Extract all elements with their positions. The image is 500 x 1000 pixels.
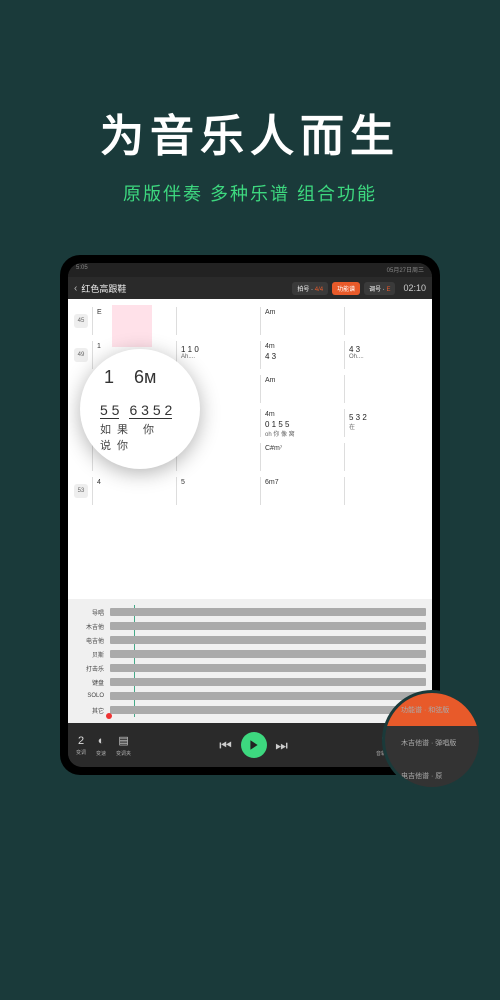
transpose-control[interactable]: 2 变调 [76, 735, 86, 756]
sheet-cell[interactable]: 1 1 0Ah.... [176, 341, 258, 369]
mag-note-1: 1 [104, 367, 114, 388]
status-bar: 5:05 05月27日周三 [68, 263, 432, 277]
chip-time-sig[interactable]: 拍号 · 4/4 [292, 282, 328, 295]
track-name: 键盘 [74, 678, 104, 687]
tempo-control[interactable]: ◐ 变速 [94, 734, 108, 757]
hero-section: 为音乐人而生 原版伴奏 多种乐谱 组合功能 [0, 0, 500, 206]
capo-icon: ▤ [117, 734, 131, 748]
track-row[interactable]: 电吉他 [74, 633, 426, 647]
timecode: 02:10 [403, 283, 426, 293]
chip-sheet-type[interactable]: 功能谱 [332, 282, 360, 295]
sheet-cell[interactable]: 5 [176, 477, 258, 505]
waveform[interactable] [110, 664, 426, 672]
waveform[interactable] [110, 678, 426, 686]
popup-item-acoustic[interactable]: 木吉他谱· 弹唱版 [385, 726, 479, 759]
sheet-cell[interactable]: 5 3 2在 [344, 409, 426, 437]
track-name: 打击乐 [74, 664, 104, 673]
sheet-cell[interactable] [344, 477, 426, 505]
sheet-row: 53 456m7 [74, 477, 426, 505]
track-name: 其它 [74, 706, 104, 715]
app-screen: 5:05 05月27日周三 ‹ 红色高跟鞋 拍号 · 4/4 功能谱 调号 · … [68, 263, 432, 767]
track-row[interactable]: 贝斯 [74, 647, 426, 661]
track-row[interactable]: 键盘 [74, 675, 426, 689]
chip-key[interactable]: 调号 · E [364, 282, 395, 295]
waveform[interactable] [110, 622, 426, 630]
dial-icon: ◐ [94, 734, 108, 748]
marker-dot[interactable] [106, 713, 112, 719]
hero-title: 为音乐人而生 [0, 100, 500, 164]
device-frame: 5:05 05月27日周三 ‹ 红色高跟鞋 拍号 · 4/4 功能谱 调号 · … [60, 255, 440, 775]
sheet-cell[interactable]: Am [260, 307, 342, 335]
mag-lyric: 如果 你 说你 [100, 421, 186, 453]
waveform[interactable] [110, 706, 426, 714]
song-title: 红色高跟鞋 [81, 282, 288, 295]
sheet-area[interactable]: 45EAm4911 1 0Ah....4m4 34 3Oh....Am3 5·1… [68, 299, 432, 599]
track-name: 电吉他 [74, 636, 104, 645]
sheet-cell[interactable]: 4m4 3 [260, 341, 342, 369]
track-row[interactable]: 其它 [74, 703, 426, 717]
status-date: 05月27日周三 [387, 265, 424, 275]
bar-number: 49 [74, 348, 88, 362]
track-name: SOLO [74, 693, 104, 699]
prev-button[interactable]: ⏮ [219, 738, 233, 752]
mag-note-2: 6ᴍ [134, 367, 156, 388]
sheet-cell[interactable]: 4m0 1 5 5oh 你 像 窝 [260, 409, 342, 437]
track-row[interactable]: 木吉他 [74, 619, 426, 633]
sheet-type-popup: 功能谱· 和弦版 木吉他谱· 弹唱版 电吉他谱· 原 [382, 690, 482, 790]
sheet-cell[interactable]: E [92, 307, 174, 335]
track-panel: 导唱木吉他电吉他贝斯打击乐键盘 SOLO 其它 [68, 599, 432, 723]
waveform[interactable] [110, 692, 426, 700]
bar-number: 53 [74, 484, 88, 498]
sheet-cell[interactable] [344, 443, 426, 471]
track-row[interactable]: SOLO [74, 689, 426, 703]
capo-control[interactable]: ▤ 变调夹 [116, 734, 131, 757]
sheet-cell[interactable]: C#m⁷ [260, 443, 342, 471]
sheet-cell[interactable]: Am [260, 375, 342, 403]
back-button[interactable]: ‹ [74, 283, 77, 294]
sheet-cell[interactable] [176, 307, 258, 335]
sheet-row: 45 E Am [74, 307, 426, 335]
next-button[interactable]: ⏭ [275, 738, 289, 752]
sheet-cell[interactable]: 6m7 [260, 477, 342, 505]
mag-notes-a: 5 5 [100, 402, 119, 419]
track-name: 木吉他 [74, 622, 104, 631]
track-name: 导唱 [74, 608, 104, 617]
sheet-cell[interactable] [344, 375, 426, 403]
play-button[interactable] [241, 732, 267, 758]
popup-item-electric[interactable]: 电吉他谱· 原 [385, 759, 479, 790]
sheet-cell[interactable]: 4 3Oh.... [344, 341, 426, 369]
sheet-cell[interactable]: 4 [92, 477, 174, 505]
status-time: 5:05 [76, 265, 88, 275]
track-name: 贝斯 [74, 650, 104, 659]
track-row[interactable]: 导唱 [74, 605, 426, 619]
waveform[interactable] [110, 608, 426, 616]
hero-subtitle: 原版伴奏 多种乐谱 组合功能 [0, 180, 500, 206]
waveform[interactable] [110, 650, 426, 658]
magnifier-lens: 1 6ᴍ 5 5 6 3 5 2 如果 你 说你 [80, 349, 200, 469]
sheet-cell[interactable] [176, 443, 258, 471]
waveform[interactable] [110, 636, 426, 644]
mag-notes-b: 6 3 5 2 [129, 402, 172, 419]
track-row[interactable]: 打击乐 [74, 661, 426, 675]
control-bar: 2 变调 ◐ 变速 ▤ 变调夹 ⏮ ⏭ ⇅ 音轨设置 ♫ [68, 723, 432, 767]
play-icon [248, 739, 260, 751]
top-bar: ‹ 红色高跟鞋 拍号 · 4/4 功能谱 调号 · E 02:10 [68, 277, 432, 299]
sheet-cell[interactable] [344, 307, 426, 335]
bar-number: 45 [74, 314, 88, 328]
